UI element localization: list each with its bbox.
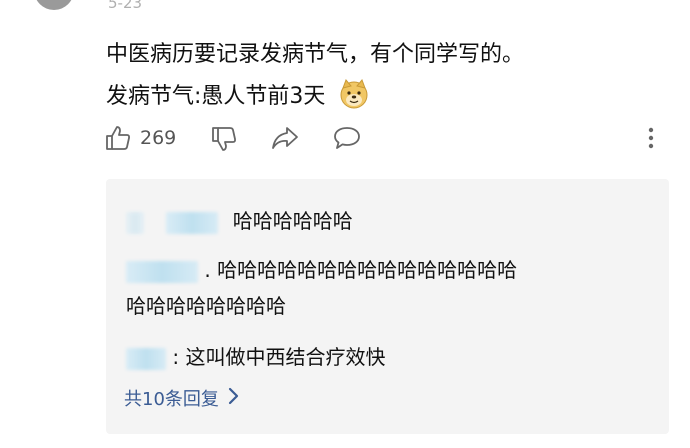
comment-line-2-text: 发病节气:愚人节前3天 <box>106 84 326 109</box>
comment-line-2: 发病节气:愚人节前3天 <box>106 78 370 116</box>
avatar[interactable] <box>34 0 74 10</box>
blurred-username <box>126 211 144 234</box>
doge-emoji-icon <box>338 78 370 116</box>
blurred-username <box>166 211 219 234</box>
reply-item-continued: 哈哈哈哈哈哈哈哈 <box>126 290 286 319</box>
like-button[interactable]: 269 <box>104 124 176 152</box>
reply-text: 哈哈哈哈哈哈哈哈 <box>126 294 286 318</box>
reply-item: 哈哈哈哈哈哈 <box>126 205 353 234</box>
reply-button[interactable] <box>332 124 362 152</box>
like-count: 269 <box>140 127 177 149</box>
comment-actions: 269 <box>104 124 664 156</box>
thumb-up-icon <box>104 124 132 152</box>
blurred-username <box>126 260 198 283</box>
more-options-button[interactable] <box>646 124 656 152</box>
reply-text: 哈哈哈哈哈哈 <box>232 209 353 233</box>
share-icon <box>270 124 300 152</box>
view-more-replies-link[interactable]: 共10条回复 <box>124 385 239 411</box>
reply-text: : 这叫做中西结合疗效快 <box>172 345 386 369</box>
reply-item: : 这叫做中西结合疗效快 <box>126 341 385 370</box>
thumb-down-icon <box>210 124 238 152</box>
more-vertical-icon <box>646 124 656 152</box>
reply-item: . 哈哈哈哈哈哈哈哈哈哈哈哈哈哈哈 <box>126 254 517 283</box>
comment-icon <box>332 124 362 152</box>
more-replies-label: 共10条回复 <box>124 389 219 410</box>
chevron-right-icon <box>219 387 239 410</box>
comment-date: 5-23 <box>108 0 143 12</box>
replies-panel: 哈哈哈哈哈哈 . 哈哈哈哈哈哈哈哈哈哈哈哈哈哈哈 哈哈哈哈哈哈哈哈 : 这叫做中… <box>106 179 669 434</box>
reply-text: . 哈哈哈哈哈哈哈哈哈哈哈哈哈哈哈 <box>204 258 518 282</box>
dislike-button[interactable] <box>210 124 238 152</box>
share-button[interactable] <box>270 124 300 152</box>
blurred-username <box>126 347 166 370</box>
comment-line-1: 中医病历要记录发病节气，有个同学写的。 <box>106 42 525 67</box>
